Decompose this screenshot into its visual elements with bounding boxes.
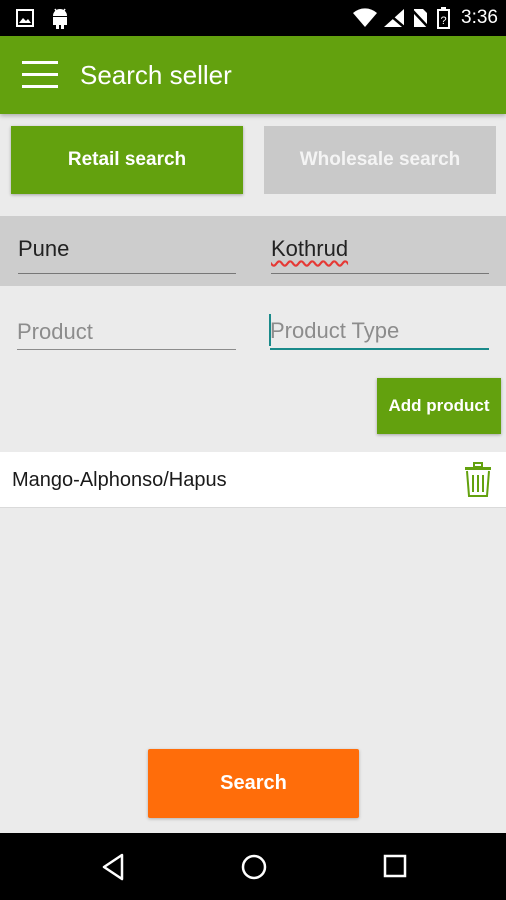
area-value: Kothrud (271, 236, 349, 261)
android-icon (53, 8, 67, 29)
list-item: Mango-Alphonso/Hapus (0, 452, 506, 508)
recents-icon[interactable] (382, 853, 408, 881)
battery-icon: ? (437, 7, 450, 29)
product-type-input[interactable] (270, 314, 489, 350)
status-bar: ? 3:36 (0, 0, 506, 36)
status-time: 3:36 (461, 7, 498, 28)
search-button[interactable]: Search (148, 749, 359, 818)
city-value: Pune (18, 236, 70, 261)
product-name: Mango-Alphonso/Hapus (12, 469, 227, 491)
hamburger-menu-icon[interactable] (20, 61, 60, 91)
wifi-icon (353, 8, 377, 27)
navigation-bar (0, 833, 506, 900)
trash-icon[interactable] (462, 462, 494, 498)
svg-text:?: ? (440, 15, 446, 27)
home-icon[interactable] (240, 853, 268, 881)
back-icon[interactable] (100, 853, 126, 881)
app-bar: Search seller (0, 36, 506, 114)
no-sim-icon (411, 9, 429, 28)
product-input[interactable] (17, 314, 236, 350)
area-field[interactable]: Kothrud (271, 236, 489, 274)
wholesale-search-button[interactable]: Wholesale search (264, 126, 496, 194)
no-signal-icon (383, 9, 405, 28)
page-title: Search seller (80, 60, 232, 90)
retail-search-button[interactable]: Retail search (11, 126, 243, 194)
city-field[interactable]: Pune (18, 236, 236, 274)
add-product-button[interactable]: Add product (377, 378, 501, 434)
image-icon (16, 9, 34, 27)
text-cursor (269, 314, 271, 346)
